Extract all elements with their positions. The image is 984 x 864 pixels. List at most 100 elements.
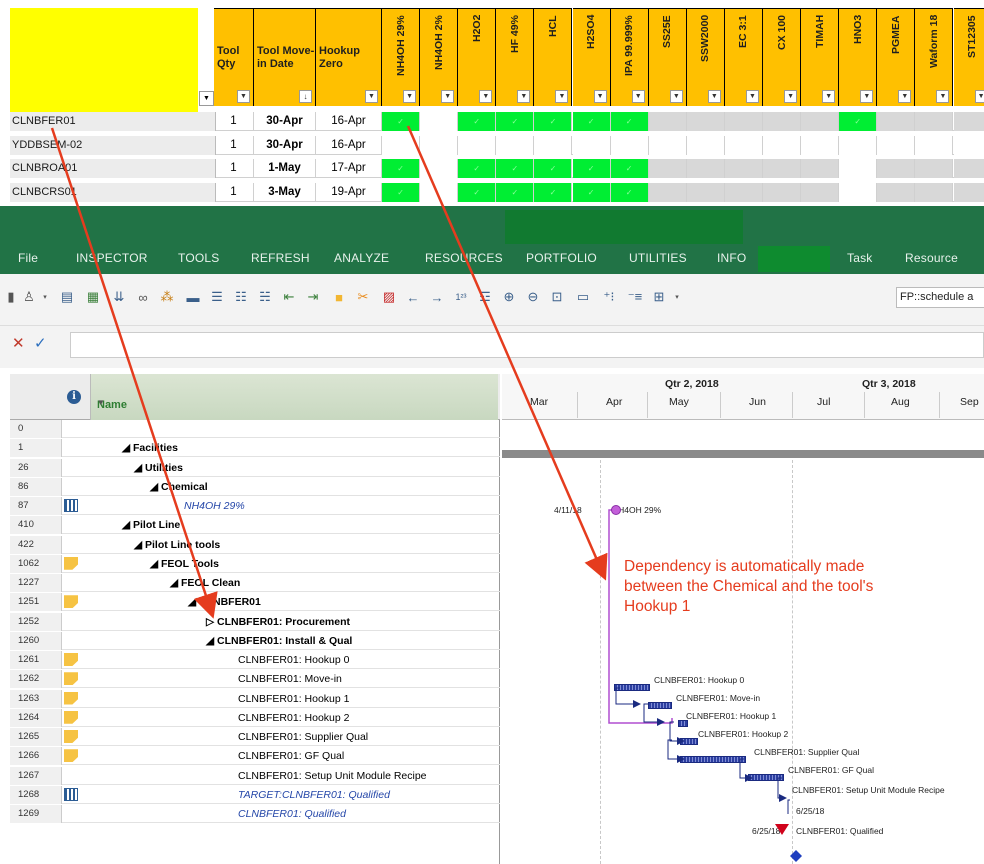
header-hookup-zero[interactable]: Hookup Zero ▼ <box>316 8 382 106</box>
chemical-cell[interactable]: ✓ <box>610 112 649 131</box>
filter-dropdown[interactable]: ▼ <box>936 90 950 103</box>
indent-right-icon[interactable]: ⇥ <box>304 288 322 306</box>
task-name[interactable]: CLNBFER01: Move-in <box>238 670 342 688</box>
chemical-cell[interactable] <box>877 135 916 155</box>
chemical-cell[interactable] <box>953 112 984 131</box>
task-name[interactable]: ◢ FEOL Tools <box>150 555 219 573</box>
flag-icon[interactable]: ▨ <box>380 288 398 306</box>
tool-name-cell[interactable]: CLNBCRS01 <box>10 182 216 202</box>
header-tool-qty[interactable]: Tool Qty ▼ <box>214 8 254 106</box>
header-chemical[interactable]: TIMAH ▼ <box>801 8 840 106</box>
cell-hook[interactable]: 16-Apr <box>316 135 382 155</box>
task-row[interactable]: 1269 CLNBFER01: Qualified <box>10 805 500 823</box>
zoom-in-icon[interactable]: ⊕ <box>500 288 518 306</box>
note-icon[interactable] <box>64 691 78 705</box>
task-name[interactable]: CLNBFER01: Setup Unit Module Recipe <box>238 767 427 785</box>
save-icon[interactable]: ▮ <box>2 288 20 306</box>
task-row[interactable]: 26 ◢ Utilities <box>10 458 500 477</box>
header-chemical[interactable]: ST12305 ▼ <box>953 8 984 106</box>
filter-dropdown[interactable]: ▼ <box>365 90 378 103</box>
task-bar-hookup-0[interactable] <box>614 684 650 691</box>
task-bar-move-in[interactable] <box>648 702 672 709</box>
chemical-cell[interactable]: ✓ <box>534 182 573 202</box>
arrow-left-icon[interactable]: ← <box>404 288 422 306</box>
chemical-cell[interactable] <box>801 135 840 155</box>
task-row[interactable]: 1062 ◢ FEOL Tools <box>10 554 500 573</box>
table-icon[interactable]: ▤ <box>58 288 76 306</box>
chemical-cell[interactable]: ✓ <box>496 182 535 202</box>
note-icon[interactable] <box>64 710 78 724</box>
chemical-cell[interactable] <box>839 159 878 178</box>
task-bar-hookup-1[interactable] <box>678 720 688 727</box>
chemical-cell[interactable] <box>724 135 763 155</box>
chemical-cell[interactable]: ✓ <box>382 159 421 178</box>
chevron-down-icon[interactable]: ▾ <box>668 288 686 306</box>
chemical-cell[interactable]: ✓ <box>458 159 497 178</box>
chemical-cell[interactable] <box>877 159 916 178</box>
chemical-cell[interactable] <box>839 182 878 202</box>
chemical-cell[interactable]: ✓ <box>458 112 497 131</box>
chemical-cell[interactable] <box>953 159 984 178</box>
task-name[interactable]: ◢ FEOL Clean <box>170 574 240 592</box>
collapse-icon[interactable]: ⁻≡ <box>626 288 644 306</box>
chemical-cell[interactable] <box>763 182 802 202</box>
chemical-cell[interactable] <box>724 159 763 178</box>
name-column-header[interactable]: Name ▼ <box>90 374 498 420</box>
task-bar-supplier-qual[interactable] <box>680 756 746 763</box>
chemical-cell[interactable]: ✓ <box>458 182 497 202</box>
chemical-cell[interactable]: ✓ <box>610 182 649 202</box>
chemical-cell[interactable]: ✓ <box>534 112 573 131</box>
note-icon[interactable] <box>64 556 78 570</box>
task-row[interactable]: 1227 ◢ FEOL Clean <box>10 574 500 592</box>
task-row[interactable]: 1260 ◢ CLNBFER01: Install & Qual <box>10 631 500 650</box>
cell-hook[interactable]: 17-Apr <box>316 159 382 178</box>
task-row[interactable]: 1266 CLNBFER01: GF Qual <box>10 747 500 766</box>
header-chemical[interactable]: EC 3:1 ▼ <box>724 8 763 106</box>
window-icon[interactable]: ▭ <box>574 288 592 306</box>
chemical-cell[interactable] <box>915 135 954 155</box>
expand-icon[interactable]: ⁺⁝ <box>600 288 618 306</box>
chemical-cell[interactable] <box>420 112 459 131</box>
chemical-cell[interactable]: ✓ <box>572 159 611 178</box>
chemical-cell[interactable] <box>686 112 725 131</box>
menu-tools[interactable]: TOOLS <box>178 251 219 265</box>
header-chemical[interactable]: NH4OH 2% ▼ <box>420 8 459 106</box>
chemical-cell[interactable] <box>572 135 611 155</box>
cell-qty[interactable]: 1 <box>214 159 254 178</box>
task-name[interactable]: CLNBFER01: GF Qual <box>238 747 344 765</box>
task-row[interactable]: 1252 ▷ CLNBFER01: Procurement <box>10 612 500 631</box>
chemical-cell[interactable] <box>648 135 687 155</box>
sort-filter-dropdown[interactable]: ↓ <box>299 90 312 103</box>
hierarchy-icon[interactable]: ▬ <box>184 288 202 306</box>
task-bar-gf-qual[interactable] <box>748 774 784 781</box>
filter-dropdown[interactable]: ▼ <box>745 90 759 103</box>
confirm-icon[interactable]: ✓ <box>34 334 47 352</box>
header-chemical[interactable]: SSW2000 ▼ <box>686 8 725 106</box>
sheet-row[interactable]: CLNBFER01 1 30-Apr 16-Apr ✓ ✓ ✓ ✓ ✓ ✓ ✓ <box>10 112 984 131</box>
numbering-icon[interactable]: 1²³ <box>452 288 470 306</box>
chevron-down-icon[interactable]: ▼ <box>97 398 492 407</box>
menu-refresh[interactable]: REFRESH <box>251 251 310 265</box>
chemical-cell[interactable]: ✓ <box>572 112 611 131</box>
view-selector[interactable]: FP::schedule a <box>896 287 984 308</box>
chemical-cell[interactable] <box>763 159 802 178</box>
task-row[interactable]: 1251 ◢ CLNBFER01 <box>10 593 500 612</box>
note-icon[interactable] <box>64 595 78 609</box>
chemical-cell[interactable] <box>724 182 763 202</box>
chemical-cell[interactable] <box>648 182 687 202</box>
task-row[interactable]: 1262 CLNBFER01: Move-in <box>10 670 500 689</box>
info-icon[interactable]: i <box>67 390 81 404</box>
sheet-row[interactable]: CLNBCRS01 1 3-May 19-Apr ✓ ✓ ✓ ✓ ✓ ✓ <box>10 182 984 202</box>
task-name[interactable]: ◢ Pilot Line tools <box>134 536 220 554</box>
chemical-cell[interactable] <box>801 112 840 131</box>
task-row[interactable]: 0 <box>10 420 500 438</box>
chevron-down-icon[interactable]: ▾ <box>36 288 54 306</box>
header-chemical[interactable]: HNO3 ▼ <box>839 8 878 106</box>
note-icon[interactable] <box>64 749 78 763</box>
cell-hook[interactable]: 19-Apr <box>316 182 382 202</box>
highlight-cell[interactable] <box>10 8 198 112</box>
menu-portfolio[interactable]: PORTFOLIO <box>526 251 597 265</box>
task-row[interactable]: 1268 TARGET:CLNBFER01: Qualified <box>10 785 500 804</box>
chemical-cell[interactable]: ✓ <box>496 159 535 178</box>
chemical-cell[interactable] <box>686 135 725 155</box>
